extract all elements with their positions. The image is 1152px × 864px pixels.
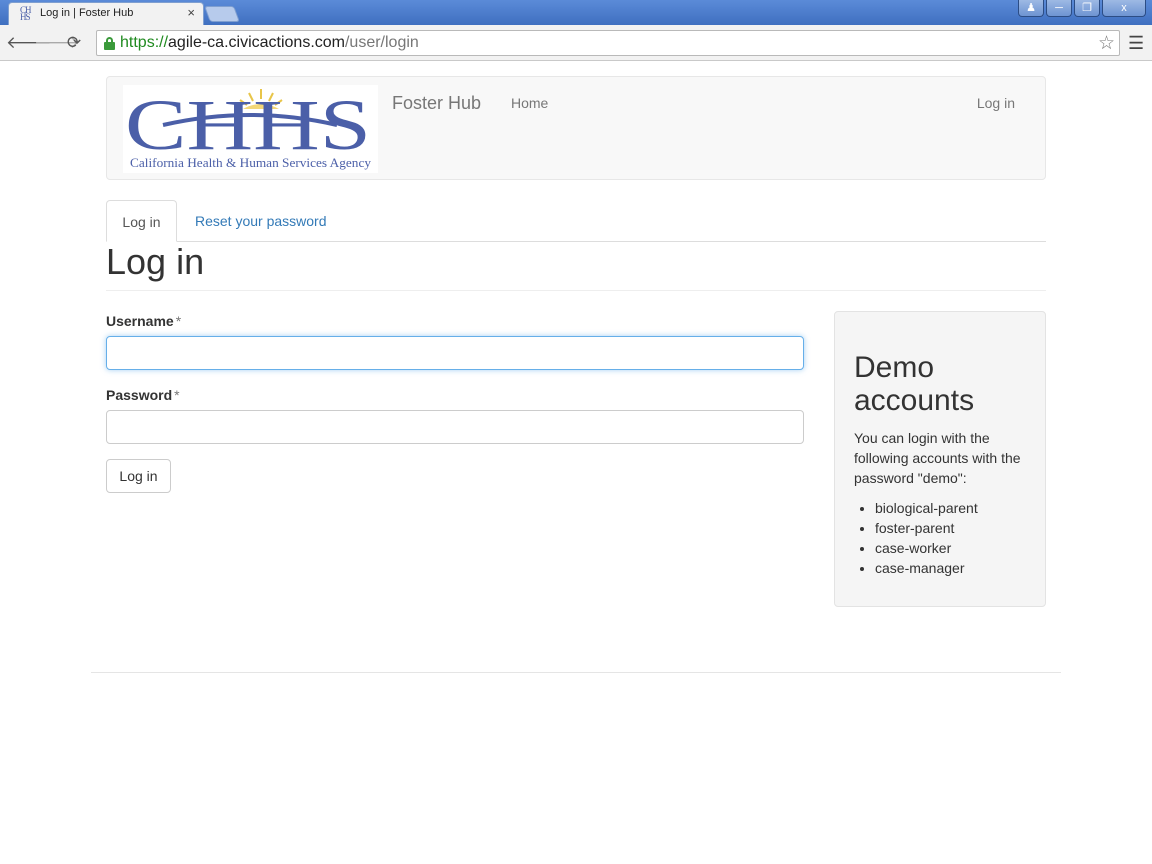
forward-arrow-icon[interactable]: 🡒	[34, 32, 80, 54]
nav-home-link[interactable]: Home	[511, 95, 548, 111]
title-divider	[106, 290, 1046, 291]
login-submit-button[interactable]: Log in	[106, 459, 171, 493]
tab-login[interactable]: Log in	[106, 200, 177, 242]
browser-titlebar: CH HS Log in | Foster Hub × ♟ ─ ❐ x	[0, 0, 1152, 25]
close-icon[interactable]: x	[1102, 0, 1146, 17]
footer-divider	[91, 672, 1061, 673]
tab-title: Log in | Foster Hub	[40, 7, 134, 19]
chhs-favicon-icon: CH HS	[20, 5, 32, 22]
demo-accounts-title: Demo accounts	[854, 351, 975, 417]
list-item: biological-parent	[875, 498, 978, 518]
new-tab-button[interactable]	[204, 6, 240, 22]
user-icon[interactable]: ♟	[1018, 0, 1044, 17]
page-title: Log in	[106, 241, 205, 282]
tab-reset-password[interactable]: Reset your password	[195, 213, 327, 229]
lock-icon	[104, 37, 115, 50]
list-item: case-worker	[875, 538, 978, 558]
password-input[interactable]	[106, 410, 804, 444]
back-arrow-icon[interactable]: 🡐	[6, 32, 52, 54]
url-text[interactable]: https://agile-ca.civicactions.com/user/l…	[120, 34, 419, 52]
restore-icon[interactable]: ❐	[1074, 0, 1100, 17]
required-mark: *	[174, 387, 180, 403]
browser-tab[interactable]: CH HS Log in | Foster Hub ×	[8, 2, 204, 25]
username-input[interactable]	[106, 336, 804, 370]
demo-accounts-list: biological-parent foster-parent case-wor…	[875, 498, 978, 578]
required-mark: *	[175, 313, 182, 329]
user-tabs: Log in Reset your password	[106, 200, 1046, 242]
bookmark-star-icon[interactable]: ☆	[1098, 32, 1115, 55]
list-item: foster-parent	[875, 518, 978, 538]
minimize-icon[interactable]: ─	[1046, 0, 1072, 17]
tab-close-icon[interactable]: ×	[187, 5, 195, 20]
logo-subtitle: California Health & Human Services Agenc…	[130, 155, 372, 170]
reload-icon[interactable]: ⟳	[63, 32, 85, 54]
list-item: case-manager	[875, 558, 978, 578]
site-name-link[interactable]: Foster Hub	[392, 93, 481, 114]
demo-accounts-description: You can login with the following account…	[854, 430, 1021, 486]
password-label: Password *	[106, 387, 180, 403]
browser-toolbar: 🡐 🡒 ⟳ https://agile-ca.civicactions.com/…	[0, 25, 1152, 61]
username-label: Username *	[106, 313, 182, 329]
window-controls: ♟ ─ ❐ x	[1018, 0, 1146, 17]
address-bar[interactable]: https://agile-ca.civicactions.com/user/l…	[96, 30, 1120, 56]
site-header: CHHS California Health & Human Services …	[106, 76, 1046, 180]
chhs-logo[interactable]: CHHS California Health & Human Services …	[123, 85, 378, 173]
demo-accounts-panel: Demo accounts You can login with the fol…	[834, 311, 1046, 607]
nav-login-link[interactable]: Log in	[977, 95, 1015, 111]
browser-menu-icon[interactable]: ☰	[1128, 33, 1144, 54]
